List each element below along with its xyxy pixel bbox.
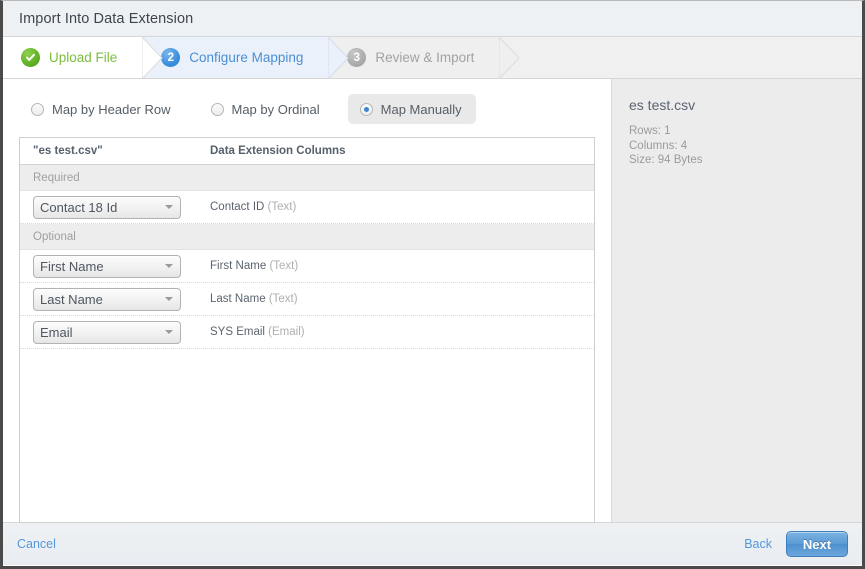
target-column-type: (Text) [267,201,297,213]
chevron-separator-icon [328,37,350,79]
next-button[interactable]: Next [786,531,848,557]
dialog-body: Map by Header Row Map by Ordinal Map Man… [3,79,862,523]
chevron-down-icon [165,264,173,268]
import-dialog-window: Import Into Data Extension Upload File 2… [0,0,865,569]
table-row: Contact 18 Id Contact ID (Text) [20,191,594,224]
wizard-step-configure-mapping[interactable]: 2 Configure Mapping [143,37,350,79]
target-column-cell: Last Name (Text) [210,293,594,305]
wizard-step-review-import[interactable]: 3 Review & Import [329,37,521,79]
column-header-target: Data Extension Columns [210,145,346,157]
check-icon [21,48,40,67]
chevron-separator-icon [142,37,163,79]
target-column-cell: Contact ID (Text) [210,201,594,213]
table-row: First Name First Name (Text) [20,250,594,283]
chevron-down-icon [165,330,173,334]
target-column-cell: SYS Email (Email) [210,326,594,338]
target-column-type: (Email) [268,326,305,338]
source-column-cell: First Name [20,254,210,278]
radio-label: Map by Header Row [52,101,171,117]
dialog-titlebar: Import Into Data Extension [3,1,862,37]
radio-icon-selected [359,102,373,116]
file-meta: Rows: 1 Columns: 4 Size: 94 Bytes [629,124,862,168]
radio-map-by-ordinal[interactable]: Map by Ordinal [199,94,334,124]
back-button[interactable]: Back [744,537,772,551]
target-column-cell: First Name (Text) [210,260,594,272]
wizard-step-label: Configure Mapping [189,50,304,65]
mapping-table-header: "es test.csv" Data Extension Columns [20,138,594,165]
page-title: Import Into Data Extension [19,10,194,27]
radio-icon [31,102,44,116]
radio-icon [210,102,224,116]
target-column-name: Contact ID [210,201,265,213]
mapping-mode-radio-group: Map by Header Row Map by Ordinal Map Man… [19,93,595,125]
source-field-select[interactable]: Contact 18 Id [33,195,181,219]
select-value: First Name [40,258,104,274]
select-value: Email [40,324,73,340]
cancel-button[interactable]: Cancel [17,537,56,551]
radio-label: Map by Ordinal [231,101,320,117]
wizard-step-label: Review & Import [375,50,475,65]
wizard-step-label: Upload File [49,50,118,65]
select-value: Last Name [40,291,103,307]
dialog-footer: Cancel Back Next [3,522,862,565]
wizard-step-upload-file[interactable]: Upload File [3,37,163,79]
table-row: Last Name Last Name (Text) [20,283,594,316]
chevron-separator-icon [499,37,521,79]
file-info-pane: es test.csv Rows: 1 Columns: 4 Size: 94 … [612,79,862,522]
source-column-cell: Email [20,320,210,344]
chevron-down-icon [165,297,173,301]
file-rows: Rows: 1 [629,125,671,137]
radio-map-by-header-row[interactable]: Map by Header Row [19,94,185,124]
file-columns: Columns: 4 [629,139,688,152]
file-size: Size: 94 Bytes [629,154,703,166]
source-column-cell: Contact 18 Id [20,195,210,219]
step-number-badge: 3 [347,48,367,67]
source-column-cell: Last Name [20,287,210,311]
source-field-select[interactable]: First Name [33,254,181,278]
target-column-name: SYS Email [210,326,265,338]
source-field-select[interactable]: Last Name [33,287,181,311]
radio-map-manually[interactable]: Map Manually [347,94,476,124]
target-column-type: (Text) [269,260,299,272]
source-field-select[interactable]: Email [33,320,181,344]
file-name: es test.csv [629,97,696,113]
target-column-type: (Text) [268,293,298,305]
wizard-step-bar: Upload File 2 Configure Mapping 3 Review… [3,37,862,79]
column-header-source: "es test.csv" [33,145,103,157]
chevron-down-icon [165,205,173,209]
target-column-name: First Name [210,260,267,272]
radio-label: Map Manually [380,101,462,117]
table-row: Email SYS Email (Email) [20,316,594,349]
section-header-optional: Optional [20,224,594,250]
target-column-name: Last Name [210,293,266,305]
section-header-required: Required [20,165,594,191]
step-number-badge: 2 [161,48,181,67]
mapping-pane: Map by Header Row Map by Ordinal Map Man… [3,79,612,523]
select-value: Contact 18 Id [40,199,118,215]
mapping-table: "es test.csv" Data Extension Columns Req… [19,137,595,523]
